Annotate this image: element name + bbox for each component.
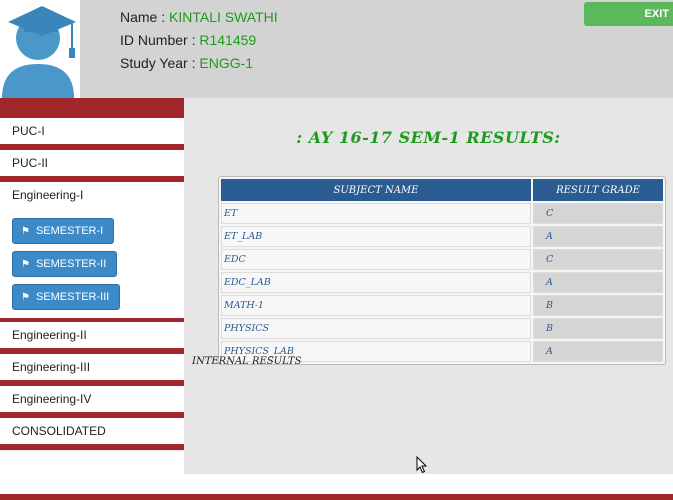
subject-cell: MATH-1 [221,295,531,316]
table-header-row: SUBJECT NAME RESULT GRADE [221,179,663,201]
year-label: Study Year : [120,55,200,71]
semester-submenu: ⚑ SEMESTER-I ⚑ SEMESTER-II ⚑ SEMESTER-III [0,208,184,322]
results-title: : AY 16-17 SEM-1 RESULTS: [296,128,561,147]
year-row: Study Year : ENGG-1 [120,52,278,75]
student-info: Name : KINTALI SWATHI ID Number : R14145… [120,6,278,75]
sidebar-item-engineering-iii[interactable]: Engineering-III [0,354,184,386]
table-row: ET C [221,203,663,224]
footer-bar [0,494,673,500]
table-row: MATH-1 B [221,295,663,316]
grade-cell: C [533,203,663,224]
sidebar-top-bar [0,98,184,118]
tag-icon: ⚑ [21,226,30,237]
subject-cell: EDC_LAB [221,272,531,293]
name-value: KINTALI SWATHI [169,9,278,25]
grade-cell: B [533,318,663,339]
sidebar-item-consolidated[interactable]: CONSOLIDATED [0,418,184,450]
exit-button[interactable]: EXIT [584,2,673,26]
name-row: Name : KINTALI SWATHI [120,6,278,29]
tag-icon: ⚑ [21,292,30,303]
grade-cell: C [533,249,663,270]
table-row: ET_LAB A [221,226,663,247]
semester-ii-label: SEMESTER-II [35,258,107,270]
subject-cell: ET [221,203,531,224]
grade-cell: B [533,295,663,316]
avatar [0,0,80,98]
table-row: EDC_LAB A [221,272,663,293]
subject-cell: PHYSICS [221,318,531,339]
grade-cell: A [533,226,663,247]
results-table: SUBJECT NAME RESULT GRADE ET C ET_LAB A ED… [218,176,666,365]
id-value: R141459 [199,32,257,48]
semester-ii-button[interactable]: ⚑ SEMESTER-II [12,251,118,277]
results-panel: : AY 16-17 SEM-1 RESULTS: SUBJECT NAME R… [184,98,673,474]
graduate-avatar-icon [0,0,80,98]
subject-cell: EDC [221,249,531,270]
grade-header: RESULT GRADE [533,179,663,201]
tag-icon: ⚑ [21,259,30,270]
sidebar-item-engineering-ii[interactable]: Engineering-II [0,322,184,354]
id-label: ID Number : [120,32,200,48]
subject-cell: ET_LAB [221,226,531,247]
internal-results-link[interactable]: INTERNAL RESULTS [192,356,301,367]
student-header: Name : KINTALI SWATHI ID Number : R14145… [0,0,673,98]
sidebar: PUC-I PUC-II Engineering-I ⚑ SEMESTER-I ⚑… [0,98,184,474]
sidebar-item-engineering-iv[interactable]: Engineering-IV [0,386,184,418]
semester-iii-button[interactable]: ⚑ SEMESTER-III [12,284,121,310]
sidebar-item-puc-ii[interactable]: PUC-II [0,150,184,182]
sidebar-item-puc-i[interactable]: PUC-I [0,118,184,150]
name-label: Name : [120,9,170,25]
id-row: ID Number : R141459 [120,29,278,52]
sidebar-item-engineering-i[interactable]: Engineering-I [0,182,184,208]
year-value: ENGG-1 [199,55,254,71]
mouse-cursor-icon [416,456,428,474]
subject-header: SUBJECT NAME [221,179,531,201]
table-row: PHYSICS B [221,318,663,339]
semester-i-label: SEMESTER-I [35,225,104,237]
semester-i-button[interactable]: ⚑ SEMESTER-I [12,218,115,244]
grade-cell: A [533,341,663,362]
table-row: EDC C [221,249,663,270]
semester-iii-label: SEMESTER-III [35,291,110,303]
grade-cell: A [533,272,663,293]
